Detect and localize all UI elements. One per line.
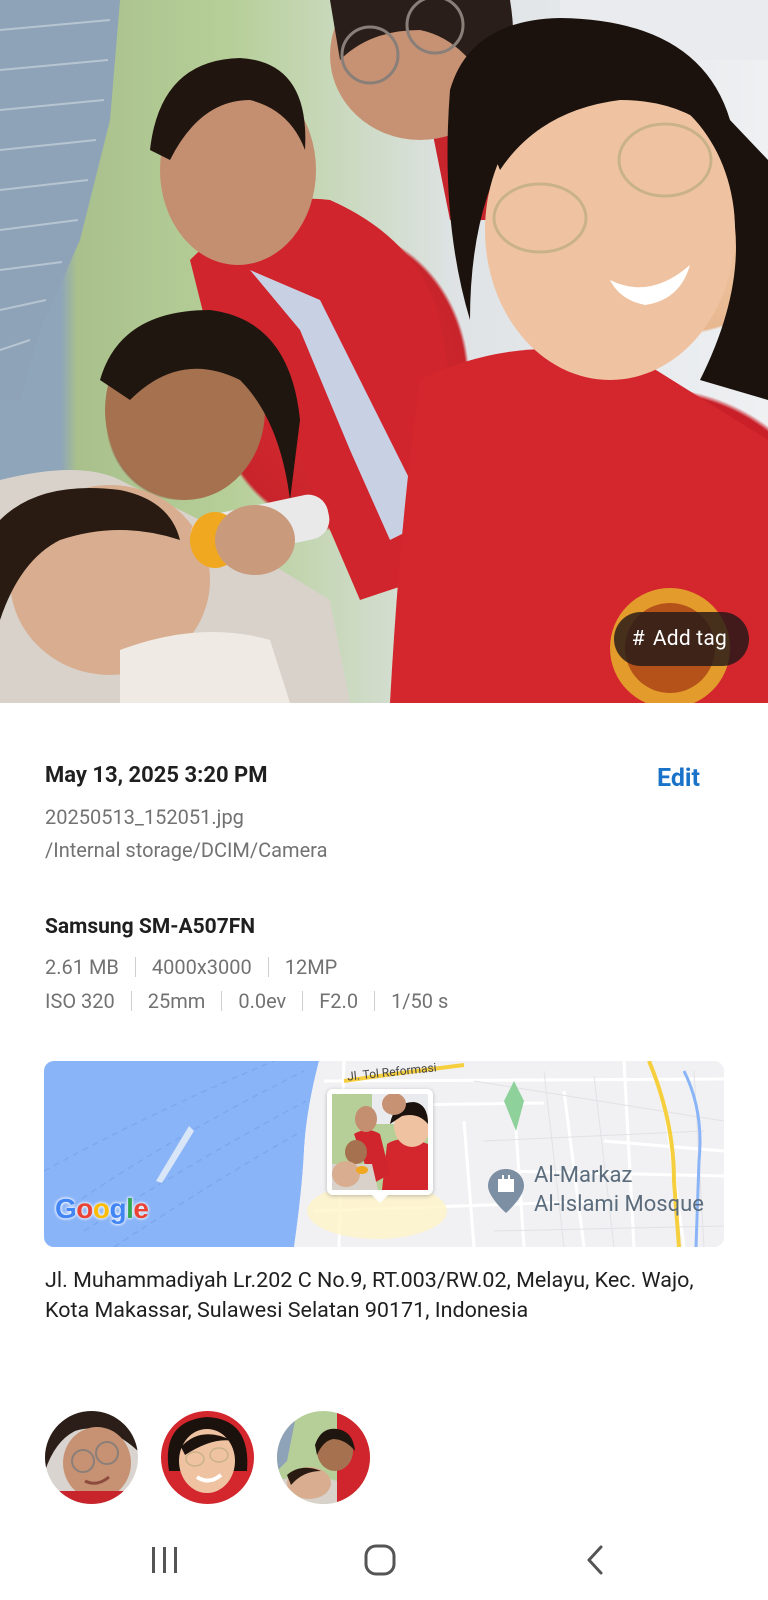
people-row (45, 1411, 370, 1504)
focal-length: 25mm (147, 989, 206, 1013)
file-path: /Internal storage/DCIM/Camera (45, 838, 328, 862)
add-tag-label: Add tag (652, 627, 727, 651)
google-logo: Google (55, 1193, 149, 1224)
shutter-speed: 1/50 s (391, 989, 449, 1013)
divider (221, 991, 223, 1011)
marker-pointer (372, 1195, 388, 1203)
location-map[interactable]: Jl. Tol Reformasi Al-Markaz Al-Islami Mo… (44, 1061, 724, 1247)
divider (302, 991, 304, 1011)
divider (134, 957, 136, 977)
file-name: 20250513_152051.jpg (45, 805, 244, 829)
resolution: 4000x3000 (151, 955, 252, 979)
exif-info: ISO 320 25mm 0.0ev F2.0 1/50 s (45, 989, 723, 1013)
photo-viewer[interactable]: # Add tag (0, 0, 768, 703)
poi-label: Al-Markaz Al-Islami Mosque (534, 1161, 704, 1219)
hash-icon: # (631, 627, 645, 651)
thumbnail-image (332, 1094, 428, 1190)
back-button[interactable] (550, 1530, 640, 1590)
home-icon (364, 1544, 396, 1576)
aperture: F2.0 (319, 989, 359, 1013)
edit-button[interactable]: Edit (657, 764, 700, 793)
photo-location-marker[interactable] (327, 1089, 433, 1203)
divider (374, 991, 376, 1011)
recents-button[interactable] (120, 1530, 210, 1590)
divider (130, 991, 132, 1011)
image-specs: 2.61 MB 4000x3000 12MP (45, 955, 723, 979)
location-address: Jl. Muhammadiyah Lr.202 C No.9, RT.003/R… (45, 1268, 694, 1323)
face-thumbnail-1[interactable] (45, 1411, 138, 1504)
back-icon (587, 1545, 603, 1575)
poi-label-line2: Al-Islami Mosque (534, 1192, 704, 1217)
face-image-3 (277, 1411, 370, 1504)
navigation-bar (0, 1530, 768, 1600)
face-image-1 (45, 1411, 138, 1504)
face-thumbnail-2[interactable] (161, 1411, 254, 1504)
megapixels: 12MP (284, 955, 338, 979)
poi-label-line1: Al-Markaz (534, 1163, 633, 1188)
file-size: 2.61 MB (45, 955, 119, 979)
iso: ISO 320 (45, 989, 115, 1013)
add-tag-button[interactable]: # Add tag (613, 612, 749, 666)
home-button[interactable] (335, 1530, 425, 1590)
face-image-2 (161, 1411, 254, 1504)
recents-icon (152, 1547, 177, 1573)
face-thumbnail-3[interactable] (277, 1411, 370, 1504)
exposure-value: 0.0ev (238, 989, 287, 1013)
device-name: Samsung SM-A507FN (45, 915, 256, 939)
photo-content (0, 0, 768, 703)
photo-datetime: May 13, 2025 3:20 PM (45, 763, 268, 788)
divider (267, 957, 269, 977)
